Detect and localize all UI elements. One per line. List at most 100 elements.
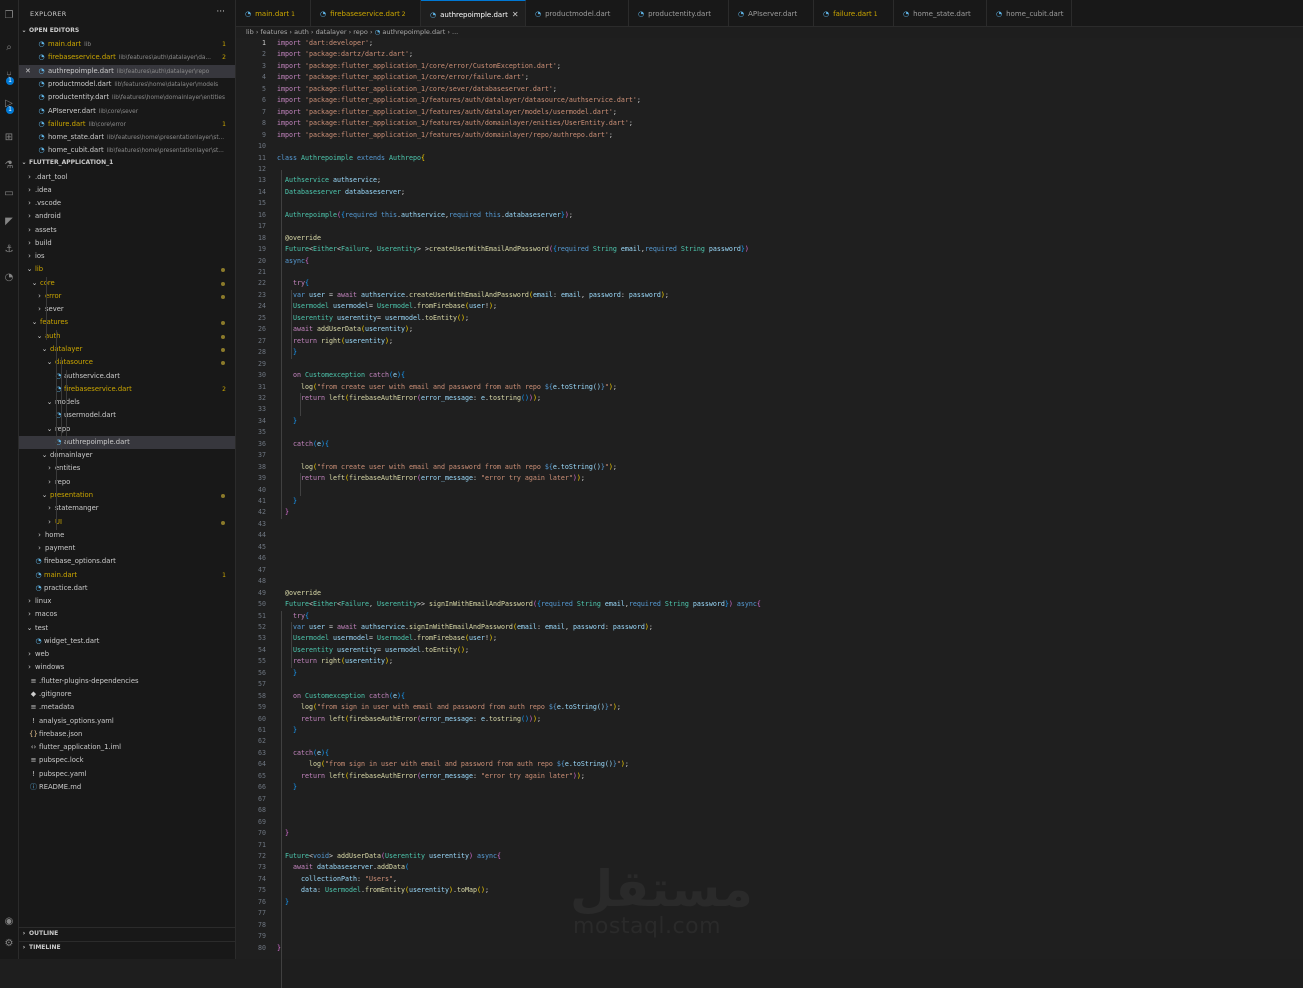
open-editor-item[interactable]: ◔firebaseservice.dartlib\features\auth\d… — [19, 51, 235, 64]
code-line[interactable]: Usermodel usermodel= Usermodel.fromFireb… — [277, 301, 497, 312]
code-line[interactable]: import 'package:flutter_application_1/fe… — [277, 118, 633, 129]
code-line[interactable]: on Customexception catch(e){ — [277, 370, 405, 381]
code-line[interactable]: Usermodel usermodel= Usermodel.fromFireb… — [277, 633, 497, 644]
code-line[interactable]: return left(firebaseAuthError(error_mess… — [277, 714, 541, 725]
code-line[interactable]: } — [277, 828, 289, 839]
code-line[interactable]: } — [277, 725, 297, 736]
tree-folder[interactable]: ›sever — [19, 303, 235, 316]
code-line[interactable]: return right(userentity); — [277, 656, 393, 667]
flutter-icon[interactable]: ◤ — [3, 216, 15, 228]
tree-folder[interactable]: ⌄datasource — [19, 356, 235, 369]
tree-file[interactable]: ◆.gitignore — [19, 688, 235, 701]
outline-header[interactable]: ›OUTLINE — [19, 927, 235, 940]
tree-folder[interactable]: ›macos — [19, 608, 235, 621]
docker-icon[interactable]: ⚓ — [3, 244, 15, 256]
editor-tab[interactable]: ◔firebaseservice.dart 2 — [311, 0, 421, 26]
tree-file[interactable]: ≡.metadata — [19, 701, 235, 714]
code-line[interactable]: } — [277, 507, 289, 518]
tree-folder[interactable]: ›entities — [19, 462, 235, 475]
open-editor-item[interactable]: ◔productmodel.dartlib\features\home\data… — [19, 78, 235, 91]
code-line[interactable]: collectionPath: "Users", — [277, 874, 397, 885]
tree-file[interactable]: ◔authservice.dart — [19, 370, 235, 383]
code-line[interactable]: log("from sign in user with email and pa… — [277, 759, 629, 770]
tree-folder[interactable]: ⌄test — [19, 622, 235, 635]
code-line[interactable]: log("from create user with email and pas… — [277, 462, 617, 473]
code-line[interactable]: catch(e){ — [277, 439, 329, 450]
code-line[interactable]: import 'package:flutter_application_1/co… — [277, 72, 529, 83]
code-line[interactable]: } — [277, 416, 297, 427]
tree-file[interactable]: ◔firebase_options.dart — [19, 555, 235, 568]
breadcrumb-item[interactable]: auth — [294, 28, 309, 36]
code-line[interactable]: } — [277, 782, 297, 793]
code-line[interactable]: import 'package:dartz/dartz.dart'; — [277, 49, 413, 60]
tree-folder[interactable]: ⌄repo — [19, 423, 235, 436]
tree-folder[interactable]: ›assets — [19, 224, 235, 237]
open-editor-item[interactable]: ◔failure.dartlib\core\error1 — [19, 118, 235, 131]
code-line[interactable]: Databaseserver databaseserver; — [277, 187, 405, 198]
code-line[interactable]: var user = await authservice.signInWithE… — [277, 622, 653, 633]
tree-folder[interactable]: ⌄core — [19, 277, 235, 290]
tree-folder[interactable]: ›build — [19, 237, 235, 250]
code-line[interactable]: log("from sign in user with email and pa… — [277, 702, 621, 713]
more-actions-button[interactable]: ··· — [216, 7, 225, 17]
timeline-header[interactable]: ›TIMELINE — [19, 941, 235, 954]
breadcrumb-item[interactable]: repo — [353, 28, 368, 36]
tree-file[interactable]: ◔authrepoimple.dart — [19, 436, 235, 449]
tree-file[interactable]: ≡pubspec.lock — [19, 754, 235, 767]
editor-tab[interactable]: ◔productmodel.dart — [526, 0, 629, 26]
tree-folder[interactable]: ›UI — [19, 516, 235, 529]
code-line[interactable]: return right(userentity); — [277, 336, 393, 347]
code-line[interactable]: import 'dart:developer'; — [277, 38, 373, 49]
tree-file[interactable]: ◔firebaseservice.dart2 — [19, 383, 235, 396]
open-editor-item[interactable]: ◔productentity.dartlib\features\home\dom… — [19, 91, 235, 104]
search-icon[interactable]: ⌕ — [3, 42, 15, 54]
code-line[interactable]: Future<Either<Failure, Userentity>> sign… — [277, 599, 761, 610]
code-line[interactable]: Userentity userentity= usermodel.toEntit… — [277, 645, 469, 656]
code-line[interactable]: Userentity userentity= usermodel.toEntit… — [277, 313, 469, 324]
tree-folder[interactable]: ›payment — [19, 542, 235, 555]
code-line[interactable]: import 'package:flutter_application_1/co… — [277, 84, 557, 95]
open-editor-item[interactable]: ◔home_state.dartlib\features\home\presen… — [19, 131, 235, 144]
editor-tab[interactable]: ◔home_state.dart — [894, 0, 987, 26]
tree-folder[interactable]: ›.dart_tool — [19, 171, 235, 184]
code-line[interactable]: return left(firebaseAuthError(error_mess… — [277, 473, 585, 484]
open-editor-item[interactable]: ◔APIserver.dartlib\core\sever — [19, 105, 235, 118]
code-line[interactable]: @override — [277, 588, 321, 599]
files-icon[interactable]: ❐ — [3, 10, 15, 22]
tree-folder[interactable]: ›web — [19, 648, 235, 661]
code-line[interactable]: import 'package:flutter_application_1/fe… — [277, 107, 617, 118]
code-line[interactable]: log("from create user with email and pas… — [277, 382, 617, 393]
close-icon[interactable]: ✕ — [25, 65, 31, 78]
tree-folder[interactable]: ⌄auth — [19, 330, 235, 343]
code-editor[interactable]: 1234567891011121314151617181920212223242… — [236, 38, 1303, 959]
tree-folder[interactable]: ⌄features — [19, 316, 235, 329]
editor-tab[interactable]: ◔authrepoimple.dart✕ — [421, 0, 526, 26]
code-line[interactable]: } — [277, 668, 297, 679]
editor-tab[interactable]: ◔home_cubit.dart — [987, 0, 1072, 26]
tree-file[interactable]: ◔practice.dart — [19, 582, 235, 595]
tree-folder[interactable]: ›android — [19, 210, 235, 223]
tree-folder[interactable]: ⌄presentation — [19, 489, 235, 502]
tree-file[interactable]: ‹›flutter_application_1.iml — [19, 741, 235, 754]
code-line[interactable]: class Authrepoimple extends Authrepo{ — [277, 153, 425, 164]
extensions-icon[interactable]: ⊞ — [3, 132, 15, 144]
breadcrumb-item[interactable]: ... — [452, 28, 458, 36]
code-line[interactable]: var user = await authservice.createUserW… — [277, 290, 669, 301]
tree-folder[interactable]: ›.idea — [19, 184, 235, 197]
editor-tab[interactable]: ◔main.dart 1 — [236, 0, 311, 26]
tree-file[interactable]: ◔main.dart1 — [19, 569, 235, 582]
code-line[interactable]: @override — [277, 233, 321, 244]
code-line[interactable]: return left(firebaseAuthError(error_mess… — [277, 771, 585, 782]
manage-gear-icon[interactable]: ⚙ — [3, 938, 15, 950]
tree-folder[interactable]: ›ios — [19, 250, 235, 263]
code-line[interactable]: Future<void> addUserData(Userentity user… — [277, 851, 501, 862]
tree-folder[interactable]: ›home — [19, 529, 235, 542]
code-line[interactable]: } — [277, 496, 297, 507]
code-line[interactable]: Authrepoimple({required this.authservice… — [277, 210, 573, 221]
account-icon[interactable]: ◉ — [3, 916, 15, 928]
code-line[interactable]: return left(firebaseAuthError(error_mess… — [277, 393, 541, 404]
gitlens-icon[interactable]: ◔ — [3, 272, 15, 284]
open-editor-item[interactable]: ✕◔authrepoimple.dartlib\features\auth\da… — [19, 65, 235, 78]
tree-folder[interactable]: ›error — [19, 290, 235, 303]
breadcrumb-item[interactable]: features — [260, 28, 287, 36]
